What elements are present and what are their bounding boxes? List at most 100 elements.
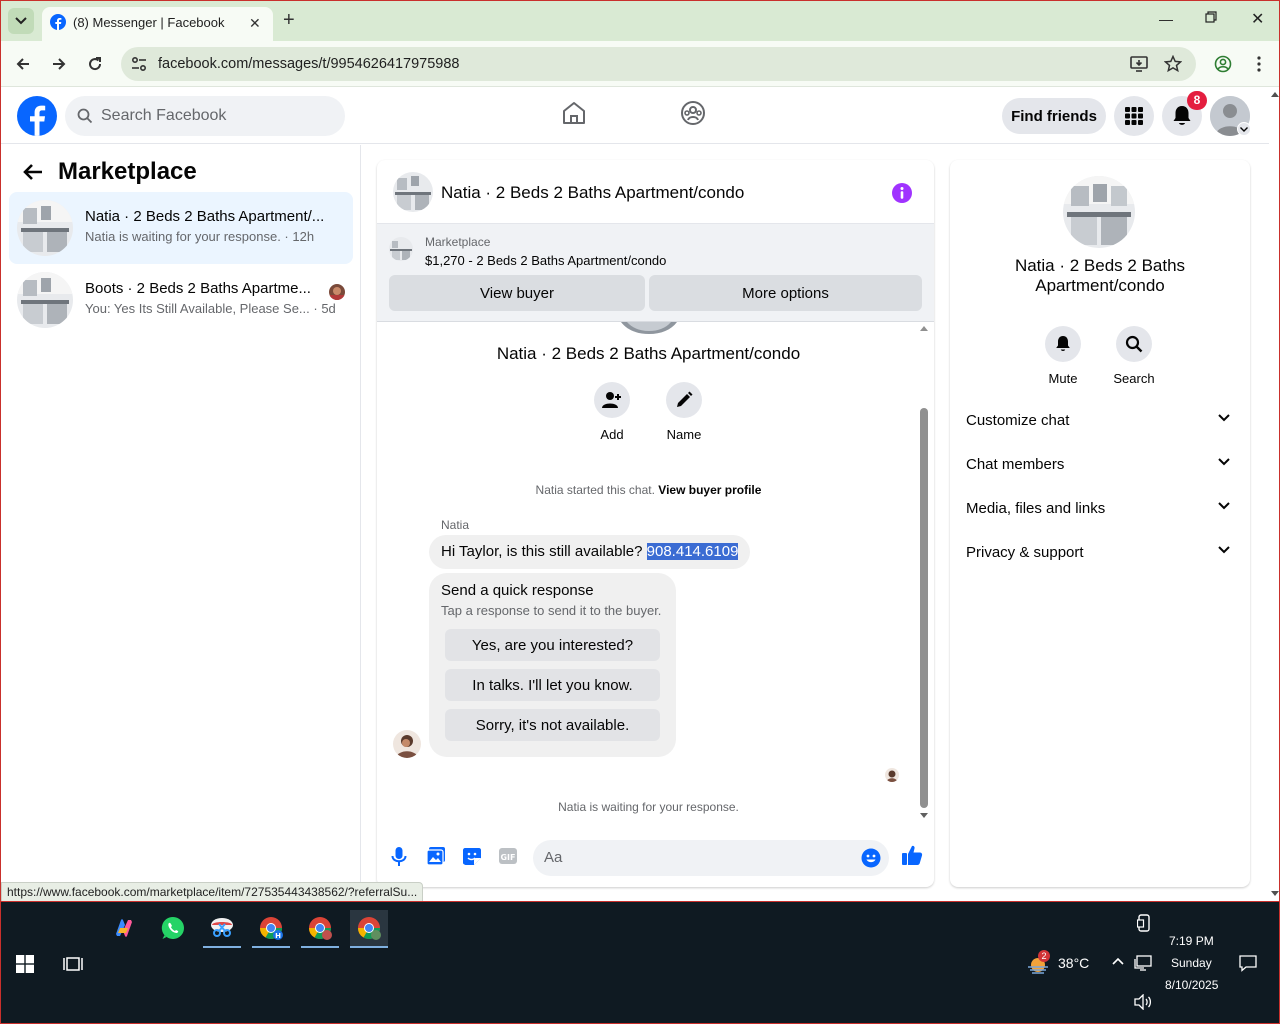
home-icon[interactable] [561,100,587,126]
incoming-message[interactable]: Hi Taylor, is this still available? 908.… [429,535,751,569]
copilot-app-icon[interactable] [105,910,143,946]
conversation-name: Boots · 2 Beds 2 Baths Apartme... [85,280,311,297]
notification-center-icon[interactable] [1239,954,1257,972]
whatsapp-app-icon[interactable] [154,910,192,946]
info-icon[interactable] [891,182,913,204]
profile-button[interactable] [1211,52,1235,76]
sticker-icon[interactable] [462,846,482,866]
back-arrow-icon[interactable] [23,163,43,181]
back-button[interactable] [11,52,35,76]
privacy-support-section[interactable]: Privacy & support [950,532,1250,576]
volume-icon[interactable] [1134,994,1152,1010]
quick-response-option[interactable]: Yes, are you interested? [445,629,660,661]
photo-icon[interactable] [426,846,446,866]
search-in-chat-button[interactable]: Search [1104,326,1164,386]
clock-day[interactable]: Sunday [1171,956,1212,970]
install-app-icon[interactable] [1130,55,1148,73]
reload-icon [89,57,102,71]
view-buyer-button[interactable]: View buyer [389,275,645,311]
media-files-links-section[interactable]: Media, files and links [950,488,1250,532]
waiting-text: Natia is waiting for your response. [558,800,739,814]
add-label: Add [600,427,624,442]
sender-name: Natia [441,518,470,532]
clock-time[interactable]: 7:19 PM [1169,934,1214,948]
chat-details-name: Natia · 2 Beds 2 Baths Apartment/condo [1014,256,1186,295]
minimize-button[interactable]: — [1159,11,1173,27]
thumbs-up-icon[interactable] [901,844,923,866]
facebook-header: Search Facebook Find friends [1,88,1269,144]
facebook-search-input[interactable]: Search Facebook [65,96,345,136]
chrome-active-app-icon[interactable] [350,910,388,948]
close-window-button[interactable]: ✕ [1251,9,1264,29]
conversation-sidebar: Marketplace Natia · 2 Beds 2 Baths Apart… [1,145,361,885]
chevron-down-icon [1218,546,1230,554]
message-placeholder: Aa [544,849,563,866]
svg-text:H: H [275,932,281,940]
network-icon[interactable] [1134,955,1152,971]
facebook-favicon-icon [50,14,66,30]
temperature-text[interactable]: 38°C [1058,955,1089,971]
bookmark-star-icon[interactable] [1164,55,1182,73]
chrome-profile-app-icon[interactable] [301,910,339,948]
conversation-name: Natia · 2 Beds 2 Baths Apartment/... [85,208,325,225]
quick-response-title: Send a quick response [441,582,594,599]
find-friends-button[interactable]: Find friends [1002,98,1106,134]
tab-close-icon[interactable]: ✕ [249,15,261,32]
reload-button[interactable] [83,52,107,76]
facebook-logo[interactable] [17,96,57,136]
add-people-button[interactable]: Add [582,382,642,442]
listing-price-title[interactable]: $1,270 - 2 Beds 2 Baths Apartment/condo [425,253,666,268]
restore-button[interactable] [1205,11,1217,23]
browser-menu-button[interactable] [1247,52,1271,76]
chevron-down-icon [15,17,27,25]
search-label: Search [1113,371,1155,386]
phone-link-icon[interactable] [1137,914,1151,932]
clock-date[interactable]: 8/10/2025 [1165,978,1218,992]
task-view-icon[interactable] [63,955,83,973]
marketplace-listing-bar: Marketplace $1,270 - 2 Beds 2 Baths Apar… [377,224,934,322]
bell-icon [1173,106,1191,125]
more-options-button[interactable]: More options [649,275,922,311]
chat-thumbnail[interactable] [393,172,433,212]
chrome-profile-h-app-icon[interactable]: H [252,910,290,948]
account-chevron-icon[interactable] [1237,122,1251,136]
groups-icon[interactable] [680,100,706,126]
menu-button[interactable] [1114,96,1154,136]
emoji-icon[interactable] [861,848,881,868]
chat-title[interactable]: Natia · 2 Beds 2 Baths Apartment/condo [441,183,744,203]
conversation-item[interactable]: Natia · 2 Beds 2 Baths Apartment/... Nat… [9,192,353,264]
chat-members-section[interactable]: Chat members [950,444,1250,488]
scroll-down-arrow[interactable] [919,812,929,820]
tab-search-button[interactable] [8,8,34,34]
forward-button[interactable] [47,52,71,76]
conversation-item[interactable]: Boots · 2 Beds 2 Baths Apartme... You: Y… [9,264,353,336]
quick-response-option[interactable]: Sorry, it's not available. [445,709,660,741]
view-buyer-profile-link[interactable]: View buyer profile [658,483,761,497]
page-scroll-down-arrow[interactable] [1269,887,1279,899]
site-info-icon[interactable] [130,55,148,73]
arrow-left-icon [16,58,29,70]
show-hidden-icons-chevron-icon[interactable] [1112,957,1124,965]
listing-thumbnail [17,272,73,328]
arrow-right-icon [53,58,66,70]
weather-badge: 2 [1038,950,1050,962]
windows-start-icon[interactable] [16,955,34,973]
page-scroll-up-arrow[interactable] [1269,89,1279,101]
tab-bar: (8) Messenger | Facebook ✕ + — ✕ [1,1,1279,41]
microphone-icon[interactable] [391,846,407,868]
url-field[interactable]: facebook.com/messages/t/9954626417975988 [121,47,1196,81]
message-input[interactable]: Aa [533,840,889,876]
mute-button[interactable]: Mute [1033,326,1093,386]
customize-chat-section[interactable]: Customize chat [950,400,1250,444]
browser-tab[interactable]: (8) Messenger | Facebook ✕ [42,7,273,41]
scroll-up-arrow[interactable] [919,324,929,332]
section-label: Chat members [966,456,1065,473]
add-person-icon [602,392,621,408]
quick-response-option[interactable]: In talks. I'll let you know. [445,669,660,701]
chat-scrollbar-thumb[interactable] [920,408,928,808]
new-tab-button[interactable]: + [283,9,295,32]
sender-avatar[interactable] [393,730,421,758]
gif-icon[interactable]: GIF [498,846,518,866]
snipping-tool-app-icon[interactable] [203,910,241,948]
name-chat-button[interactable]: Name [654,382,714,442]
